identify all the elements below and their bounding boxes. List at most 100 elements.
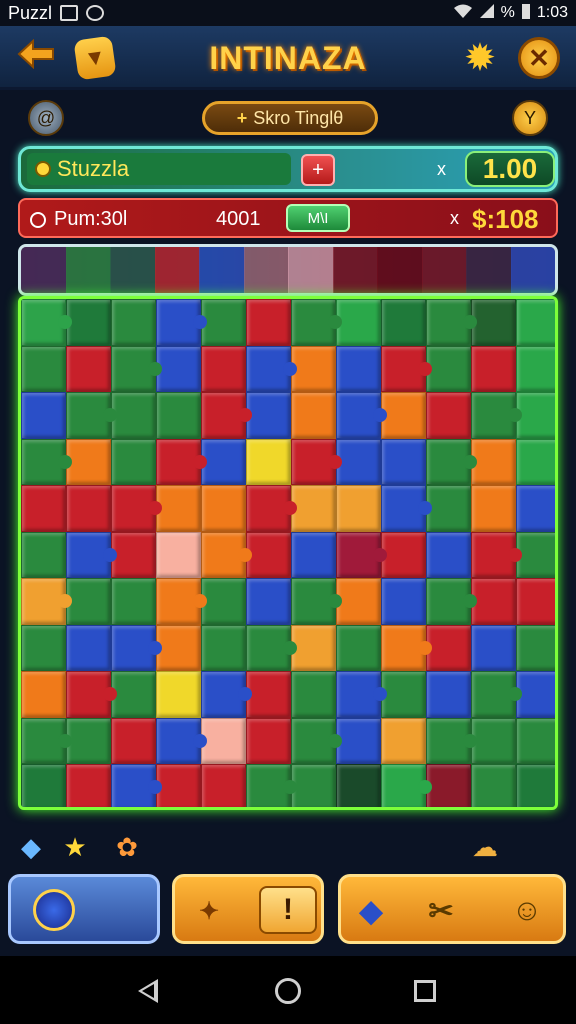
puzzle-piece[interactable] bbox=[66, 299, 111, 346]
puzzle-piece[interactable] bbox=[471, 485, 516, 532]
puzzle-piece[interactable] bbox=[336, 764, 381, 807]
puzzle-piece[interactable] bbox=[381, 671, 426, 718]
puzzle-piece[interactable] bbox=[111, 345, 162, 392]
puzzle-piece[interactable] bbox=[336, 624, 381, 671]
puzzle-piece[interactable] bbox=[516, 299, 555, 346]
puzzle-piece[interactable] bbox=[471, 438, 516, 485]
puzzle-piece[interactable] bbox=[66, 624, 111, 671]
settings-button[interactable]: ✹ bbox=[458, 36, 502, 80]
puzzle-piece[interactable] bbox=[336, 485, 381, 532]
puzzle-piece[interactable] bbox=[21, 485, 66, 532]
puzzle-piece[interactable] bbox=[201, 485, 246, 532]
puzzle-piece[interactable] bbox=[21, 578, 72, 625]
puzzle-piece[interactable] bbox=[516, 392, 555, 439]
puzzle-piece[interactable] bbox=[246, 345, 297, 392]
puzzle-piece[interactable] bbox=[516, 671, 555, 718]
puzzle-piece[interactable] bbox=[336, 578, 381, 625]
puzzle-piece[interactable] bbox=[471, 578, 516, 625]
puzzle-piece[interactable] bbox=[21, 438, 72, 485]
puzzle-piece[interactable] bbox=[111, 717, 156, 764]
piece-tray[interactable] bbox=[18, 244, 558, 296]
puzzle-piece[interactable] bbox=[291, 299, 342, 346]
puzzle-piece[interactable] bbox=[291, 624, 336, 671]
nav-recent-icon[interactable] bbox=[414, 980, 436, 1002]
puzzle-piece[interactable] bbox=[291, 392, 336, 439]
close-button[interactable]: ✕ bbox=[518, 37, 560, 79]
puzzle-piece[interactable] bbox=[201, 392, 252, 439]
puzzle-piece[interactable] bbox=[291, 531, 336, 578]
tray-piece[interactable] bbox=[65, 247, 111, 293]
puzzle-piece[interactable] bbox=[156, 392, 201, 439]
puzzle-piece[interactable] bbox=[111, 624, 162, 671]
puzzle-piece[interactable] bbox=[156, 531, 201, 578]
puzzle-piece[interactable] bbox=[336, 671, 387, 718]
puzzle-piece[interactable] bbox=[381, 531, 426, 578]
tray-piece[interactable] bbox=[377, 247, 423, 293]
puzzle-piece[interactable] bbox=[66, 578, 111, 625]
tray-piece[interactable] bbox=[199, 247, 245, 293]
puzzle-piece[interactable] bbox=[201, 671, 252, 718]
puzzle-piece[interactable] bbox=[471, 531, 522, 578]
gem-icon[interactable]: ✿ bbox=[112, 832, 142, 862]
puzzle-grid[interactable] bbox=[21, 299, 555, 807]
puzzle-piece[interactable] bbox=[381, 438, 426, 485]
tray-piece[interactable] bbox=[110, 247, 156, 293]
puzzle-piece[interactable] bbox=[66, 717, 111, 764]
puzzle-piece[interactable] bbox=[516, 531, 555, 578]
puzzle-piece[interactable] bbox=[471, 764, 516, 807]
puzzle-piece[interactable] bbox=[291, 717, 342, 764]
puzzle-piece[interactable] bbox=[516, 764, 555, 807]
diamond-icon[interactable]: ◆ bbox=[351, 891, 391, 931]
puzzle-piece[interactable] bbox=[471, 299, 516, 346]
puzzle-piece[interactable] bbox=[246, 485, 297, 532]
puzzle-piece[interactable] bbox=[66, 764, 111, 807]
puzzle-piece[interactable] bbox=[516, 717, 555, 764]
puzzle-piece[interactable] bbox=[426, 717, 477, 764]
puzzle-piece[interactable] bbox=[336, 299, 381, 346]
puzzle-piece[interactable] bbox=[246, 531, 291, 578]
puzzle-piece[interactable] bbox=[21, 624, 66, 671]
puzzle-piece[interactable] bbox=[21, 671, 66, 718]
puzzle-piece[interactable] bbox=[426, 671, 471, 718]
tray-piece[interactable] bbox=[510, 247, 555, 293]
puzzle-piece[interactable] bbox=[156, 624, 201, 671]
puzzle-piece[interactable] bbox=[291, 671, 336, 718]
puzzle-piece[interactable] bbox=[516, 578, 555, 625]
puzzle-piece[interactable] bbox=[291, 764, 336, 807]
map-button[interactable]: ✦ ! bbox=[172, 874, 324, 944]
puzzle-piece[interactable] bbox=[66, 345, 111, 392]
puzzle-piece[interactable] bbox=[156, 717, 207, 764]
puzzle-piece[interactable] bbox=[291, 438, 342, 485]
puzzle-piece[interactable] bbox=[381, 392, 426, 439]
puzzle-piece[interactable] bbox=[246, 717, 291, 764]
puzzle-piece[interactable] bbox=[246, 299, 291, 346]
puzzle-piece[interactable] bbox=[201, 764, 246, 807]
puzzle-piece[interactable] bbox=[516, 345, 555, 392]
puzzle-piece[interactable] bbox=[426, 578, 477, 625]
puzzle-piece[interactable] bbox=[21, 299, 72, 346]
mini-button[interactable]: M\I bbox=[286, 204, 350, 232]
puzzle-piece[interactable] bbox=[246, 392, 291, 439]
puzzle-piece[interactable] bbox=[471, 717, 516, 764]
puzzle-piece[interactable] bbox=[426, 299, 477, 346]
puzzle-piece[interactable] bbox=[66, 531, 117, 578]
hint-question-button[interactable]: ! bbox=[259, 886, 317, 934]
puzzle-piece[interactable] bbox=[471, 392, 522, 439]
puzzle-piece[interactable] bbox=[156, 578, 207, 625]
puzzle-piece[interactable] bbox=[156, 299, 207, 346]
cloud-icon[interactable]: ☁ bbox=[470, 832, 500, 862]
puzzle-piece[interactable] bbox=[21, 717, 72, 764]
puzzle-piece[interactable] bbox=[156, 485, 201, 532]
puzzle-piece[interactable] bbox=[381, 717, 426, 764]
puzzle-piece[interactable] bbox=[246, 764, 297, 807]
puzzle-piece[interactable] bbox=[246, 671, 291, 718]
puzzle-piece[interactable] bbox=[66, 438, 111, 485]
tray-piece[interactable] bbox=[288, 247, 334, 293]
puzzle-piece[interactable] bbox=[516, 485, 555, 532]
puzzle-piece[interactable] bbox=[381, 578, 426, 625]
puzzle-piece[interactable] bbox=[21, 764, 66, 807]
puzzle-piece[interactable] bbox=[381, 299, 426, 346]
puzzle-piece[interactable] bbox=[336, 392, 387, 439]
puzzle-piece[interactable] bbox=[426, 531, 471, 578]
puzzle-piece[interactable] bbox=[201, 299, 246, 346]
